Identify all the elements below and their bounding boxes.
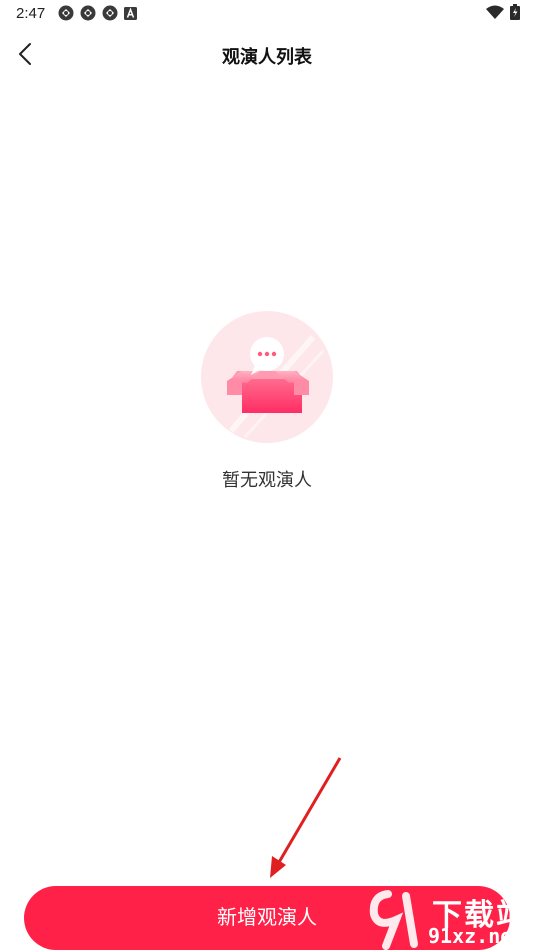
nav-bar: 观演人列表 xyxy=(0,34,534,74)
status-bar: 2:47 xyxy=(0,0,534,28)
sync-icon xyxy=(58,5,74,21)
add-viewer-button[interactable]: 新增观演人 xyxy=(24,886,510,950)
status-time: 2:47 xyxy=(16,5,46,22)
sync-icon xyxy=(102,5,118,21)
sync-icon xyxy=(80,5,96,21)
battery-icon xyxy=(510,4,520,20)
system-icons xyxy=(486,4,520,20)
empty-state-message: 暂无观演人 xyxy=(222,470,312,490)
empty-box-icon xyxy=(201,311,333,443)
wifi-icon xyxy=(486,5,504,19)
a-badge-icon xyxy=(124,6,137,20)
page-title: 观演人列表 xyxy=(222,47,312,67)
notification-icons xyxy=(58,5,137,21)
